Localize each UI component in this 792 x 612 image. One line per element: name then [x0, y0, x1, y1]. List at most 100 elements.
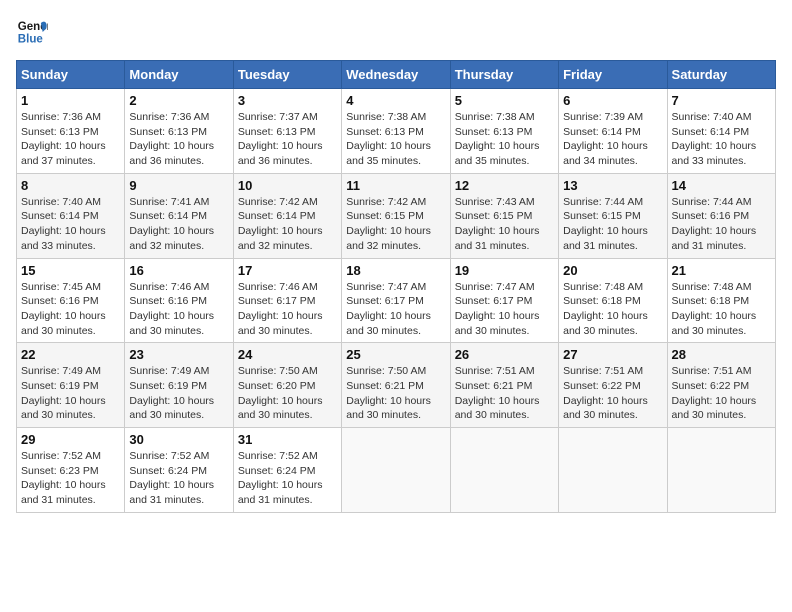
day-info: Sunrise: 7:48 AM Sunset: 6:18 PM Dayligh…	[563, 280, 662, 339]
calendar-cell: 2 Sunrise: 7:36 AM Sunset: 6:13 PM Daylig…	[125, 89, 233, 174]
day-info: Sunrise: 7:37 AM Sunset: 6:13 PM Dayligh…	[238, 110, 337, 169]
day-number: 28	[672, 347, 771, 362]
calendar-week-2: 8 Sunrise: 7:40 AM Sunset: 6:14 PM Daylig…	[17, 173, 776, 258]
day-info: Sunrise: 7:46 AM Sunset: 6:16 PM Dayligh…	[129, 280, 228, 339]
day-header-saturday: Saturday	[667, 61, 775, 89]
day-header-wednesday: Wednesday	[342, 61, 450, 89]
day-info: Sunrise: 7:52 AM Sunset: 6:24 PM Dayligh…	[238, 449, 337, 508]
day-number: 6	[563, 93, 662, 108]
day-info: Sunrise: 7:38 AM Sunset: 6:13 PM Dayligh…	[455, 110, 554, 169]
day-number: 5	[455, 93, 554, 108]
day-info: Sunrise: 7:47 AM Sunset: 6:17 PM Dayligh…	[455, 280, 554, 339]
day-info: Sunrise: 7:43 AM Sunset: 6:15 PM Dayligh…	[455, 195, 554, 254]
day-number: 25	[346, 347, 445, 362]
calendar-week-1: 1 Sunrise: 7:36 AM Sunset: 6:13 PM Daylig…	[17, 89, 776, 174]
day-number: 20	[563, 263, 662, 278]
day-info: Sunrise: 7:42 AM Sunset: 6:15 PM Dayligh…	[346, 195, 445, 254]
day-info: Sunrise: 7:39 AM Sunset: 6:14 PM Dayligh…	[563, 110, 662, 169]
calendar-table: SundayMondayTuesdayWednesdayThursdayFrid…	[16, 60, 776, 513]
day-number: 14	[672, 178, 771, 193]
day-number: 8	[21, 178, 120, 193]
logo: General Blue	[16, 16, 52, 48]
day-number: 30	[129, 432, 228, 447]
day-number: 3	[238, 93, 337, 108]
day-info: Sunrise: 7:49 AM Sunset: 6:19 PM Dayligh…	[129, 364, 228, 423]
calendar-cell: 12 Sunrise: 7:43 AM Sunset: 6:15 PM Dayli…	[450, 173, 558, 258]
day-number: 9	[129, 178, 228, 193]
day-info: Sunrise: 7:52 AM Sunset: 6:24 PM Dayligh…	[129, 449, 228, 508]
day-header-friday: Friday	[559, 61, 667, 89]
day-info: Sunrise: 7:50 AM Sunset: 6:21 PM Dayligh…	[346, 364, 445, 423]
day-header-thursday: Thursday	[450, 61, 558, 89]
day-number: 21	[672, 263, 771, 278]
calendar-cell: 4 Sunrise: 7:38 AM Sunset: 6:13 PM Daylig…	[342, 89, 450, 174]
day-info: Sunrise: 7:36 AM Sunset: 6:13 PM Dayligh…	[21, 110, 120, 169]
day-info: Sunrise: 7:49 AM Sunset: 6:19 PM Dayligh…	[21, 364, 120, 423]
day-number: 26	[455, 347, 554, 362]
calendar-cell: 26 Sunrise: 7:51 AM Sunset: 6:21 PM Dayli…	[450, 343, 558, 428]
day-header-monday: Monday	[125, 61, 233, 89]
day-info: Sunrise: 7:46 AM Sunset: 6:17 PM Dayligh…	[238, 280, 337, 339]
calendar-cell	[450, 428, 558, 513]
day-info: Sunrise: 7:40 AM Sunset: 6:14 PM Dayligh…	[672, 110, 771, 169]
day-number: 17	[238, 263, 337, 278]
day-info: Sunrise: 7:50 AM Sunset: 6:20 PM Dayligh…	[238, 364, 337, 423]
calendar-cell	[342, 428, 450, 513]
day-info: Sunrise: 7:42 AM Sunset: 6:14 PM Dayligh…	[238, 195, 337, 254]
day-number: 1	[21, 93, 120, 108]
day-info: Sunrise: 7:44 AM Sunset: 6:16 PM Dayligh…	[672, 195, 771, 254]
calendar-cell: 20 Sunrise: 7:48 AM Sunset: 6:18 PM Dayli…	[559, 258, 667, 343]
calendar-cell: 30 Sunrise: 7:52 AM Sunset: 6:24 PM Dayli…	[125, 428, 233, 513]
day-number: 19	[455, 263, 554, 278]
logo-icon: General Blue	[16, 16, 48, 48]
day-number: 31	[238, 432, 337, 447]
calendar-cell: 22 Sunrise: 7:49 AM Sunset: 6:19 PM Dayli…	[17, 343, 125, 428]
calendar-cell: 5 Sunrise: 7:38 AM Sunset: 6:13 PM Daylig…	[450, 89, 558, 174]
calendar-cell: 11Sunrise: 7:42 AM Sunset: 6:15 PM Dayli…	[342, 173, 450, 258]
day-number: 15	[21, 263, 120, 278]
calendar-cell: 18 Sunrise: 7:47 AM Sunset: 6:17 PM Dayli…	[342, 258, 450, 343]
day-info: Sunrise: 7:44 AM Sunset: 6:15 PM Dayligh…	[563, 195, 662, 254]
calendar-cell: 21 Sunrise: 7:48 AM Sunset: 6:18 PM Dayli…	[667, 258, 775, 343]
day-header-tuesday: Tuesday	[233, 61, 341, 89]
day-info: Sunrise: 7:47 AM Sunset: 6:17 PM Dayligh…	[346, 280, 445, 339]
calendar-cell: 16 Sunrise: 7:46 AM Sunset: 6:16 PM Dayli…	[125, 258, 233, 343]
day-number: 7	[672, 93, 771, 108]
day-info: Sunrise: 7:51 AM Sunset: 6:22 PM Dayligh…	[672, 364, 771, 423]
day-number: 16	[129, 263, 228, 278]
calendar-cell: 9Sunrise: 7:41 AM Sunset: 6:14 PM Daylig…	[125, 173, 233, 258]
day-number: 18	[346, 263, 445, 278]
day-number: 4	[346, 93, 445, 108]
calendar-cell: 13 Sunrise: 7:44 AM Sunset: 6:15 PM Dayli…	[559, 173, 667, 258]
calendar-cell	[667, 428, 775, 513]
day-info: Sunrise: 7:51 AM Sunset: 6:21 PM Dayligh…	[455, 364, 554, 423]
day-number: 10	[238, 178, 337, 193]
calendar-cell: 19 Sunrise: 7:47 AM Sunset: 6:17 PM Dayli…	[450, 258, 558, 343]
calendar-cell: 17 Sunrise: 7:46 AM Sunset: 6:17 PM Dayli…	[233, 258, 341, 343]
day-number: 22	[21, 347, 120, 362]
calendar-cell: 15Sunrise: 7:45 AM Sunset: 6:16 PM Dayli…	[17, 258, 125, 343]
day-number: 23	[129, 347, 228, 362]
calendar-cell: 10 Sunrise: 7:42 AM Sunset: 6:14 PM Dayli…	[233, 173, 341, 258]
calendar-cell: 27Sunrise: 7:51 AM Sunset: 6:22 PM Dayli…	[559, 343, 667, 428]
day-info: Sunrise: 7:40 AM Sunset: 6:14 PM Dayligh…	[21, 195, 120, 254]
calendar-cell: 3 Sunrise: 7:37 AM Sunset: 6:13 PM Daylig…	[233, 89, 341, 174]
page-header: General Blue	[16, 16, 776, 48]
day-header-sunday: Sunday	[17, 61, 125, 89]
day-info: Sunrise: 7:38 AM Sunset: 6:13 PM Dayligh…	[346, 110, 445, 169]
calendar-body: 1 Sunrise: 7:36 AM Sunset: 6:13 PM Daylig…	[17, 89, 776, 513]
day-info: Sunrise: 7:52 AM Sunset: 6:23 PM Dayligh…	[21, 449, 120, 508]
calendar-cell: 6 Sunrise: 7:39 AM Sunset: 6:14 PM Daylig…	[559, 89, 667, 174]
calendar-cell: 28 Sunrise: 7:51 AM Sunset: 6:22 PM Dayli…	[667, 343, 775, 428]
day-number: 12	[455, 178, 554, 193]
calendar-cell: 25 Sunrise: 7:50 AM Sunset: 6:21 PM Dayli…	[342, 343, 450, 428]
calendar-cell: 23 Sunrise: 7:49 AM Sunset: 6:19 PM Dayli…	[125, 343, 233, 428]
day-number: 13	[563, 178, 662, 193]
calendar-cell: 24 Sunrise: 7:50 AM Sunset: 6:20 PM Dayli…	[233, 343, 341, 428]
day-number: 27	[563, 347, 662, 362]
day-info: Sunrise: 7:36 AM Sunset: 6:13 PM Dayligh…	[129, 110, 228, 169]
day-number: 24	[238, 347, 337, 362]
day-info: Sunrise: 7:48 AM Sunset: 6:18 PM Dayligh…	[672, 280, 771, 339]
day-number: 29	[21, 432, 120, 447]
day-number: 2	[129, 93, 228, 108]
